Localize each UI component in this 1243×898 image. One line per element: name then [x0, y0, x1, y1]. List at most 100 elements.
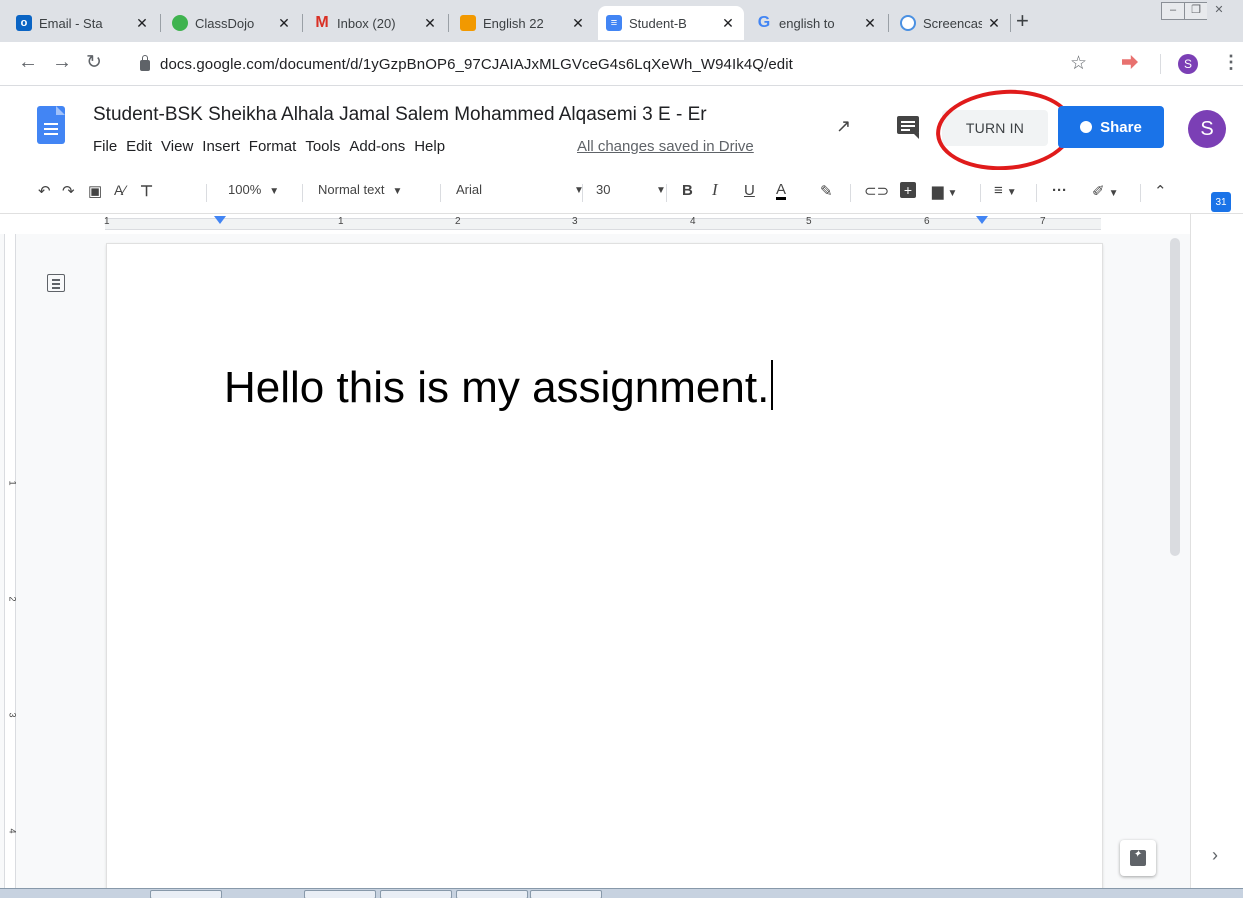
account-avatar[interactable]: S — [1188, 110, 1226, 148]
comment-history-icon[interactable] — [897, 116, 919, 134]
google-icon: G — [757, 14, 771, 31]
docs-icon: ≡ — [606, 15, 622, 31]
taskbar-item[interactable] — [380, 890, 452, 898]
left-indent-marker[interactable] — [214, 216, 226, 224]
menu-format[interactable]: Format — [249, 138, 297, 155]
browser-tab-strip: o Email - Sta ✕ ClassDojo ✕ M Inbox (20)… — [0, 0, 1243, 42]
explore-button[interactable] — [1120, 840, 1156, 876]
italic-icon[interactable]: I — [712, 180, 718, 200]
align-icon[interactable]: ≡ ▼ — [994, 182, 1017, 199]
menu-insert[interactable]: Insert — [202, 138, 240, 155]
tab-email[interactable]: o Email - Sta ✕ — [8, 6, 158, 40]
right-indent-marker[interactable] — [976, 216, 988, 224]
activity-trend-icon[interactable]: ↗ — [836, 116, 851, 137]
bookmark-star-icon[interactable]: ☆ — [1070, 52, 1087, 75]
paragraph-style-select[interactable]: Normal text ▼ — [318, 182, 402, 197]
chevron-right-icon[interactable]: › — [1212, 845, 1218, 866]
size-value: 30 — [596, 182, 611, 197]
vertical-ruler: 1 2 3 4 — [4, 234, 18, 890]
zoom-value: 100% — [228, 182, 262, 197]
save-status-link[interactable]: All changes saved in Drive — [577, 138, 754, 155]
ruler-number: 2 — [455, 216, 461, 227]
insert-image-icon[interactable]: ▆ ▼ — [932, 182, 957, 200]
ruler-number: 4 — [690, 216, 696, 227]
ruler-number: 1 — [338, 216, 344, 227]
taskbar-item[interactable] — [530, 890, 602, 898]
tab-google-search[interactable]: G english to ✕ — [748, 6, 886, 40]
document-outline-icon[interactable] — [47, 274, 65, 292]
tab-screencastify[interactable]: Screencas ✕ — [892, 6, 1010, 40]
minimize-icon[interactable]: – — [1161, 2, 1185, 20]
document-title[interactable]: Student-BSK Sheikha Alhala Jamal Salem M… — [93, 104, 793, 126]
menu-file[interactable]: File — [93, 138, 117, 155]
outlook-icon: o — [16, 15, 32, 31]
profile-avatar[interactable]: S — [1178, 54, 1198, 74]
share-button[interactable]: Share — [1058, 106, 1164, 148]
ruler-number: 1 — [7, 480, 18, 486]
close-icon[interactable]: ✕ — [986, 15, 1002, 32]
vertical-scrollbar[interactable] — [1170, 238, 1180, 556]
tab-title: English 22 — [483, 15, 544, 31]
insert-link-icon[interactable]: ⊂⊃ — [864, 182, 889, 200]
window-controls: – ❐ ✕ — [1161, 2, 1231, 22]
url-text: docs.google.com/document/d/1yGzpBnOP6_97… — [160, 55, 793, 73]
forward-arrow-icon[interactable]: → — [52, 51, 72, 74]
underline-icon[interactable]: U — [744, 182, 755, 199]
menu-view[interactable]: View — [161, 138, 193, 155]
ruler-number: 7 — [1040, 216, 1046, 227]
font-family-select[interactable]: Arial ▼ — [456, 182, 584, 197]
address-bar[interactable]: docs.google.com/document/d/1yGzpBnOP6_97… — [140, 48, 1140, 80]
redo-icon[interactable]: ↷ — [62, 182, 75, 200]
document-page[interactable] — [107, 244, 1102, 898]
menu-edit[interactable]: Edit — [126, 138, 152, 155]
close-icon[interactable]: ✕ — [134, 15, 150, 32]
people-icon — [1080, 121, 1093, 133]
reload-icon[interactable]: ↻ — [86, 51, 102, 74]
bold-icon[interactable]: B — [682, 182, 693, 199]
browser-toolbar: ← → ↻ docs.google.com/document/d/1yGzpBn… — [0, 42, 1243, 86]
add-comment-icon[interactable]: + — [900, 182, 916, 198]
close-icon[interactable]: ✕ — [276, 15, 292, 32]
document-body-text[interactable]: Hello this is my assignment. — [224, 360, 774, 413]
taskbar-item[interactable] — [456, 890, 528, 898]
tab-classroom[interactable]: English 22 ✕ — [452, 6, 594, 40]
tab-gmail[interactable]: M Inbox (20) ✕ — [306, 6, 446, 40]
more-options-icon[interactable]: ··· — [1052, 182, 1067, 199]
tab-title: Student-B — [629, 15, 687, 31]
new-tab-plus-icon[interactable]: + — [1016, 8, 1029, 34]
paint-format-icon[interactable]: ⊤ — [140, 182, 153, 200]
close-icon[interactable]: ✕ — [720, 15, 736, 32]
horizontal-ruler: 1 1 2 3 4 5 6 7 — [0, 214, 1190, 234]
menu-tools[interactable]: Tools — [305, 138, 340, 155]
back-arrow-icon[interactable]: ← — [18, 51, 38, 74]
undo-icon[interactable]: ↶ — [38, 182, 51, 200]
print-icon[interactable]: ▣ — [88, 182, 102, 200]
restore-icon[interactable]: ❐ — [1184, 2, 1208, 20]
zoom-select[interactable]: 100% ▼ — [228, 182, 279, 197]
editing-mode-icon[interactable]: ✐ ▼ — [1092, 182, 1118, 200]
red-annotation-circle — [933, 85, 1077, 175]
collapse-toolbar-icon[interactable]: ⌃ — [1154, 182, 1167, 200]
tab-docs-active[interactable]: ≡ Student-B ✕ — [598, 6, 744, 40]
explore-icon — [1130, 849, 1146, 866]
close-icon[interactable]: ✕ — [570, 15, 586, 32]
docs-home-icon[interactable] — [37, 106, 65, 144]
ruler-number: 3 — [7, 712, 18, 718]
os-taskbar — [0, 888, 1243, 898]
calendar-icon[interactable]: 31 — [1211, 192, 1231, 212]
close-window-icon[interactable]: ✕ — [1207, 2, 1231, 20]
ruler-number: 5 — [806, 216, 812, 227]
more-menu-icon[interactable]: ⋮ — [1222, 52, 1240, 73]
taskbar-item[interactable] — [150, 890, 222, 898]
close-icon[interactable]: ✕ — [862, 15, 878, 32]
spellcheck-icon[interactable]: A⁄ — [114, 182, 126, 198]
highlight-icon[interactable]: ✎ — [820, 182, 833, 200]
tab-title: Inbox (20) — [337, 15, 396, 31]
taskbar-item[interactable] — [304, 890, 376, 898]
text-color-icon[interactable]: A — [776, 182, 787, 200]
menu-help[interactable]: Help — [414, 138, 445, 155]
menu-add-ons[interactable]: Add-ons — [349, 138, 405, 155]
font-size-select[interactable]: 30 ▼ — [596, 182, 666, 197]
close-icon[interactable]: ✕ — [422, 15, 438, 32]
tab-classdojo[interactable]: ClassDojo ✕ — [164, 6, 300, 40]
